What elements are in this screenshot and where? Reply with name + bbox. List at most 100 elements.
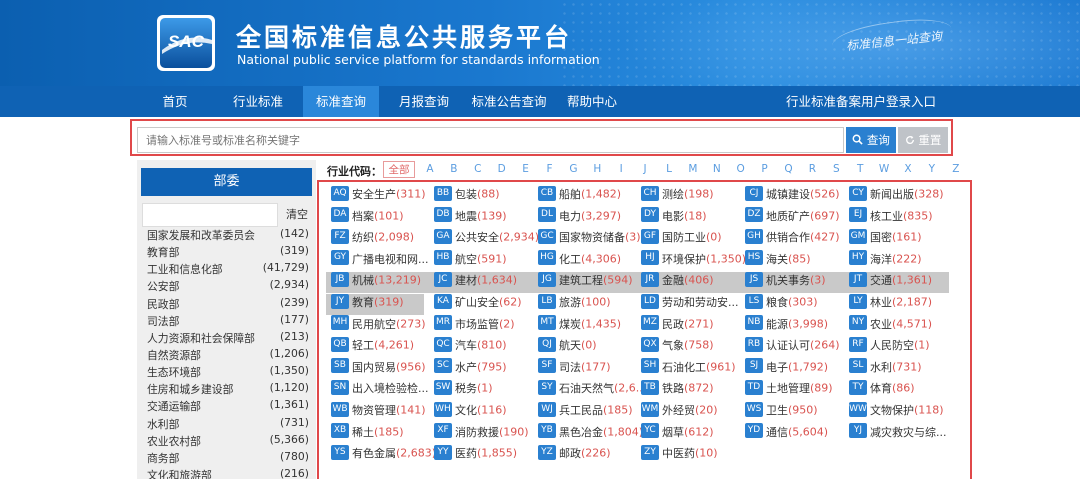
industry-item[interactable]: HG 化工(4,306) <box>538 250 621 271</box>
letter-filter-z[interactable]: Z <box>946 161 966 178</box>
sidebar-item[interactable]: 司法部 (177) <box>137 312 316 329</box>
industry-item[interactable]: YY 医药(1,855) <box>434 444 517 465</box>
industry-item[interactable]: DB 地震(139) <box>434 207 507 228</box>
letter-filter-s[interactable]: S <box>826 161 846 178</box>
sidebar-item[interactable]: 公安部 (2,934) <box>137 277 316 294</box>
sidebar-item[interactable]: 文化和旅游部 (216) <box>137 466 316 479</box>
industry-item[interactable]: XB 稀土(185) <box>331 423 404 444</box>
industry-item[interactable]: SJ 电子(1,792) <box>745 358 828 379</box>
letter-filter-q[interactable]: Q <box>779 161 799 178</box>
letter-filter-h[interactable]: H <box>587 161 607 178</box>
industry-item[interactable]: GC 国家物资储备(3) <box>538 228 641 249</box>
sidebar-item[interactable]: 自然资源部 (1,206) <box>137 346 316 363</box>
letter-filter-d[interactable]: D <box>492 161 512 178</box>
industry-item[interactable]: JT 交通(1,361) <box>849 271 932 292</box>
letter-filter-e[interactable]: E <box>516 161 536 178</box>
letter-filter-x[interactable]: X <box>898 161 918 178</box>
industry-item[interactable]: JR 金融(406) <box>641 271 714 292</box>
letter-filter-r[interactable]: R <box>802 161 822 178</box>
industry-item[interactable]: YZ 邮政(226) <box>538 444 611 465</box>
sidebar-item[interactable]: 生态环境部 (1,350) <box>137 363 316 380</box>
industry-item[interactable]: CH 测绘(198) <box>641 185 714 206</box>
industry-item[interactable]: EJ 核工业(835) <box>849 207 933 228</box>
nav-help-center[interactable]: 帮助中心 <box>562 86 622 117</box>
industry-item[interactable]: HY 海洋(222) <box>849 250 922 271</box>
filing-login-link[interactable]: 行业标准备案用户登录入口 <box>786 86 936 117</box>
industry-item[interactable]: DL 电力(3,297) <box>538 207 621 228</box>
industry-item[interactable]: SY 石油天然气(2,6... <box>538 379 646 400</box>
industry-item[interactable]: HB 航空(591) <box>434 250 507 271</box>
industry-item[interactable]: JS 机关事务(3) <box>745 271 826 292</box>
industry-item[interactable]: GH 供销合作(427) <box>745 228 840 249</box>
industry-item[interactable]: WW 文物保护(118) <box>849 401 944 422</box>
letter-filter-i[interactable]: I <box>611 161 631 178</box>
industry-item[interactable]: MT 煤炭(1,435) <box>538 315 621 336</box>
industry-item[interactable]: QX 气象(758) <box>641 336 714 357</box>
sidebar-item[interactable]: 工业和信息化部 (41,729) <box>137 260 316 277</box>
industry-item[interactable]: WM 外经贸(20) <box>641 401 718 422</box>
letter-filter-j[interactable]: J <box>635 161 655 178</box>
industry-item[interactable]: CJ 城镇建设(526) <box>745 185 840 206</box>
letter-filter-b[interactable]: B <box>444 161 464 178</box>
industry-item[interactable]: JY 教育(319) <box>331 293 404 314</box>
nav-home[interactable]: 首页 <box>148 86 202 117</box>
nav-standard-query[interactable]: 标准查询 <box>303 86 379 117</box>
industry-item[interactable]: CB 船舶(1,482) <box>538 185 621 206</box>
industry-item[interactable]: SH 石油化工(961) <box>641 358 736 379</box>
sidebar-item[interactable]: 住房和城乡建设部 (1,120) <box>137 380 316 397</box>
industry-item[interactable]: MH 民用航空(273) <box>331 315 426 336</box>
letter-filter-n[interactable]: N <box>707 161 727 178</box>
industry-item[interactable]: LD 劳动和劳动安... <box>641 293 739 314</box>
nav-monthly-query[interactable]: 月报查询 <box>392 86 456 117</box>
industry-item[interactable]: WH 文化(116) <box>434 401 507 422</box>
letter-filter-a[interactable]: A <box>420 161 440 178</box>
industry-item[interactable]: TY 体育(86) <box>849 379 915 400</box>
industry-item[interactable]: YC 烟草(612) <box>641 423 714 444</box>
industry-item[interactable]: AQ 安全生产(311) <box>331 185 426 206</box>
industry-item[interactable]: JC 建材(1,634) <box>434 271 517 292</box>
reset-button[interactable]: 重置 <box>898 127 948 153</box>
letter-filter-w[interactable]: W <box>874 161 894 178</box>
industry-item[interactable]: GA 公共安全(2,934) <box>434 228 539 249</box>
industry-item[interactable]: LY 林业(2,187) <box>849 293 932 314</box>
industry-item[interactable]: YB 黑色冶金(1,804) <box>538 423 643 444</box>
sidebar-item[interactable]: 商务部 (780) <box>137 449 316 466</box>
industry-item[interactable]: DA 档案(101) <box>331 207 404 228</box>
industry-item[interactable]: JG 建筑工程(594) <box>538 271 633 292</box>
letter-filter-m[interactable]: M <box>683 161 703 178</box>
industry-item[interactable]: SC 水产(795) <box>434 358 507 379</box>
industry-item[interactable]: LB 旅游(100) <box>538 293 611 314</box>
industry-item[interactable]: NY 农业(4,571) <box>849 315 932 336</box>
industry-item[interactable]: WJ 兵工民品(185) <box>538 401 633 422</box>
industry-item[interactable]: WB 物资管理(141) <box>331 401 426 422</box>
industry-item[interactable]: FZ 纺织(2,098) <box>331 228 414 249</box>
industry-item[interactable]: DZ 地质矿产(697) <box>745 207 840 228</box>
industry-item[interactable]: HJ 环境保护(1,350) <box>641 250 746 271</box>
letter-filter-y[interactable]: Y <box>922 161 942 178</box>
sidebar-clear-button[interactable]: 清空 <box>282 203 312 227</box>
letter-filter-t[interactable]: T <box>850 161 870 178</box>
industry-item[interactable]: RF 人民防空(1) <box>849 336 930 357</box>
industry-item[interactable]: SL 水利(731) <box>849 358 922 379</box>
industry-item[interactable]: YJ 减灾救灾与综... <box>849 423 947 444</box>
sidebar-item[interactable]: 教育部 (319) <box>137 243 316 260</box>
nav-announcement-query[interactable]: 标准公告查询 <box>468 86 550 117</box>
industry-item[interactable]: YD 通信(5,604) <box>745 423 828 444</box>
industry-item[interactable]: RB 认证认可(264) <box>745 336 840 357</box>
sidebar-item[interactable]: 民政部 (239) <box>137 295 316 312</box>
letter-filter-g[interactable]: G <box>563 161 583 178</box>
industry-item[interactable]: NB 能源(3,998) <box>745 315 828 336</box>
sidebar-item[interactable]: 水利部 (731) <box>137 415 316 432</box>
industry-item[interactable]: MZ 民政(271) <box>641 315 714 336</box>
letter-filter-l[interactable]: L <box>659 161 679 178</box>
letter-filter-c[interactable]: C <box>468 161 488 178</box>
industry-item[interactable]: TB 铁路(872) <box>641 379 714 400</box>
industry-item[interactable]: SW 税务(1) <box>434 379 493 400</box>
industry-item[interactable]: SB 国内贸易(956) <box>331 358 426 379</box>
nav-industry-standards[interactable]: 行业标准 <box>226 86 290 117</box>
industry-item[interactable]: GM 国密(161) <box>849 228 922 249</box>
industry-item[interactable]: BB 包装(88) <box>434 185 500 206</box>
industry-item[interactable]: YS 有色金属(2,683) <box>331 444 436 465</box>
industry-item[interactable]: JB 机械(13,219) <box>331 271 421 292</box>
industry-item[interactable]: ZY 中医药(10) <box>641 444 718 465</box>
